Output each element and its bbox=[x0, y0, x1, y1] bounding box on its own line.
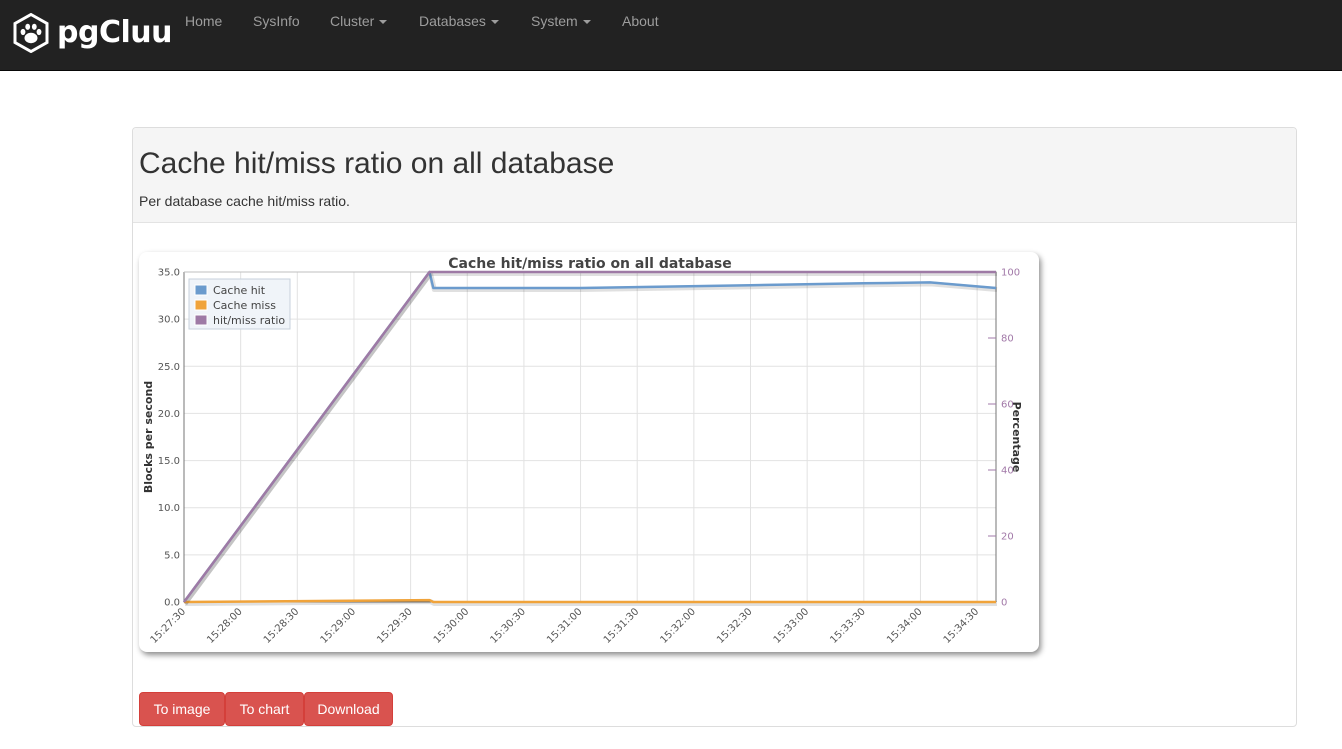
x-tick-label: 15:31:30 bbox=[602, 606, 642, 646]
x-tick-label: 15:30:30 bbox=[488, 606, 528, 646]
y-tick-label: 25.0 bbox=[158, 362, 180, 373]
caret-down-icon bbox=[490, 20, 499, 25]
cache-ratio-chart[interactable]: 0.0 5.0 10.0 15.0 20.0 25.0 30.0 35.0 0 20 40 60 80 1… bbox=[139, 252, 1039, 652]
chart-canvas: 0.05.010.015.020.025.030.035.00204060801… bbox=[142, 256, 1023, 646]
cache-miss-line bbox=[183, 598, 996, 604]
y-tick-label: 30.0 bbox=[158, 315, 180, 326]
y2-tick-label: 20 bbox=[1001, 532, 1014, 543]
x-tick-label: 15:28:00 bbox=[205, 606, 245, 646]
nav-system-dropdown[interactable]: System bbox=[531, 12, 591, 32]
to-chart-button[interactable]: To chart bbox=[225, 692, 304, 726]
x-tick-label: 15:32:30 bbox=[715, 606, 755, 646]
download-button[interactable]: Download bbox=[304, 692, 393, 726]
x-tick-label: 15:28:30 bbox=[262, 606, 302, 646]
legend-label: Cache hit bbox=[213, 284, 266, 297]
y-tick-label: 35.0 bbox=[158, 268, 180, 279]
x-tick-label: 15:33:30 bbox=[828, 606, 868, 646]
y-tick-label: 10.0 bbox=[158, 503, 180, 514]
y-tick-label: 15.0 bbox=[158, 456, 180, 467]
y-tick-label: 20.0 bbox=[158, 409, 180, 420]
hit-miss-ratio-line bbox=[182, 270, 996, 603]
x-tick-label: 15:33:00 bbox=[772, 606, 812, 646]
nav-cluster-dropdown[interactable]: Cluster bbox=[330, 12, 388, 32]
x-tick-label: 15:32:00 bbox=[658, 606, 698, 646]
legend-label: hit/miss ratio bbox=[213, 314, 285, 327]
nav-system-label: System bbox=[531, 13, 578, 29]
y-axis-label: Blocks per second bbox=[142, 381, 155, 493]
brand[interactable]: pgCluu bbox=[12, 13, 172, 53]
page-description: Per database cache hit/miss ratio. bbox=[139, 193, 350, 209]
nav-databases-dropdown[interactable]: Databases bbox=[419, 12, 499, 32]
chart-title: Cache hit/miss ratio on all database bbox=[448, 256, 731, 272]
brand-name: pgCluu bbox=[57, 15, 172, 50]
y2-tick-label: 100 bbox=[1001, 268, 1020, 279]
y2-tick-label: 80 bbox=[1001, 334, 1014, 345]
y-tick-label: 5.0 bbox=[164, 550, 180, 561]
x-tick-label: 15:29:30 bbox=[375, 606, 415, 646]
x-tick-label: 15:34:30 bbox=[942, 606, 982, 646]
paw-logo-icon bbox=[13, 13, 49, 53]
to-image-button[interactable]: To image bbox=[139, 692, 225, 726]
caret-down-icon bbox=[379, 20, 388, 25]
caret-down-icon bbox=[582, 20, 591, 25]
nav-cluster-label: Cluster bbox=[330, 13, 375, 29]
x-tick-label: 15:30:00 bbox=[432, 606, 472, 646]
legend-swatch-cache-miss bbox=[194, 299, 208, 311]
y2-tick-label: 0 bbox=[1001, 598, 1007, 609]
y2-axis-label: Percentage bbox=[1010, 402, 1023, 473]
x-tick-label: 15:31:00 bbox=[545, 606, 585, 646]
legend-label: Cache miss bbox=[213, 299, 276, 312]
panel-header: Cache hit/miss ratio on all database Per… bbox=[133, 128, 1296, 223]
x-tick-label: 15:27:30 bbox=[149, 606, 189, 646]
page-title: Cache hit/miss ratio on all database bbox=[139, 147, 615, 180]
x-tick-label: 15:29:00 bbox=[319, 606, 359, 646]
nav-databases-label: Databases bbox=[419, 13, 486, 29]
nav-home[interactable]: Home bbox=[185, 12, 222, 32]
top-navbar: pgCluu Home SysInfo Cluster Databases Sy… bbox=[0, 0, 1342, 71]
nav-about[interactable]: About bbox=[622, 12, 659, 32]
legend-swatch-cache-hit bbox=[194, 284, 208, 296]
nav-sysinfo[interactable]: SysInfo bbox=[253, 12, 300, 32]
legend-swatch-hit-miss-ratio bbox=[194, 314, 208, 326]
x-tick-label: 15:34:00 bbox=[885, 606, 925, 646]
y-tick-label: 0.0 bbox=[164, 598, 180, 609]
